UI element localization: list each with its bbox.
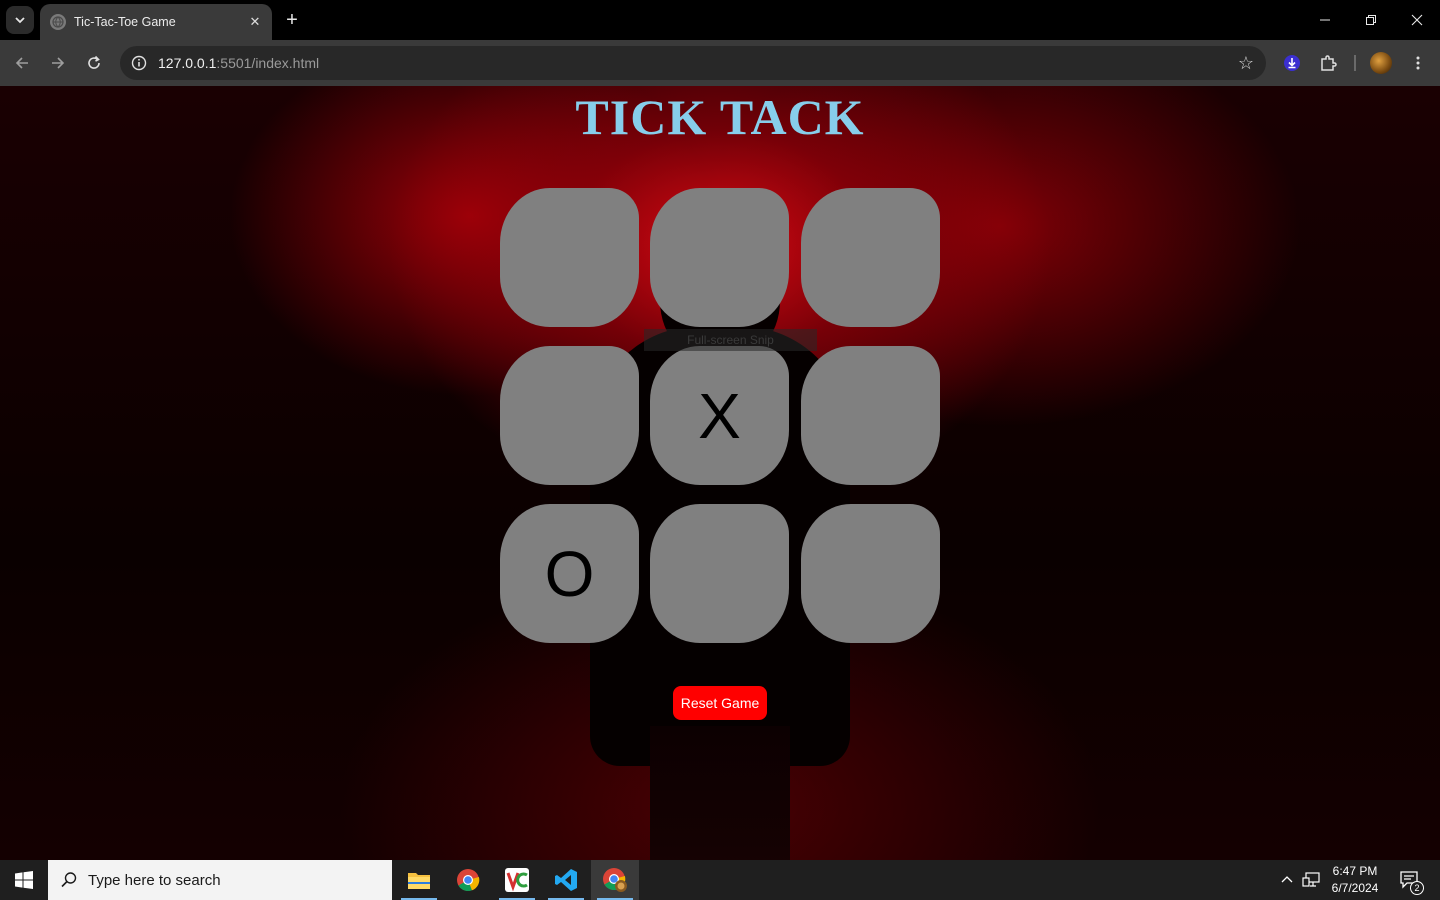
taskbar-file-explorer[interactable] [395,860,443,900]
minimize-icon [1320,19,1330,21]
back-button[interactable] [8,49,36,77]
browser-tab-bar: Tic-Tac-Toe Game ✕ + [0,0,1440,40]
profile-button[interactable] [1369,49,1393,77]
search-placeholder: Type here to search [88,871,221,889]
close-icon [1411,14,1423,26]
url-host: 127.0.0.1 [158,55,217,71]
board-cell-5[interactable]: X [650,346,789,485]
network-icon [1302,872,1320,887]
download-icon [1284,55,1300,71]
show-hidden-icons-button[interactable] [1276,860,1298,900]
chevron-down-icon [15,17,25,24]
search-icon [61,872,77,888]
board-cell-6[interactable] [801,346,940,485]
folder-icon [408,873,430,889]
taskbar-chrome-profile[interactable] [591,860,639,900]
page-viewport: TICK TACK X O Full-screen Snip Reset Gam… [0,86,1440,860]
reset-game-button[interactable]: Reset Game [673,686,767,720]
arrow-right-icon [52,57,65,69]
windows-taskbar: Type here to search 6:47 PM 6/7/2024 2 [0,860,1440,900]
reload-icon [88,55,100,69]
globe-icon [50,14,66,30]
taskbar-clock[interactable]: 6:47 PM 6/7/2024 [1322,863,1388,897]
game-title: TICK TACK [575,89,865,145]
board-cell-9[interactable] [801,504,940,643]
puzzle-icon [1321,55,1337,71]
start-button[interactable] [0,860,48,900]
download-button[interactable] [1280,49,1304,77]
close-window-button[interactable] [1394,0,1440,40]
more-vertical-icon [1416,56,1420,70]
toolbar-divider [1354,55,1356,71]
url-path: :5501/index.html [216,55,320,71]
active-tab[interactable]: Tic-Tac-Toe Game ✕ [40,4,272,40]
chrome-profile-icon [603,868,627,892]
reload-button[interactable] [80,49,108,77]
tab-title: Tic-Tac-Toe Game [74,15,176,29]
board-cell-4[interactable] [500,346,639,485]
notification-center-button[interactable]: 2 [1394,860,1426,900]
browser-menu-button[interactable] [1406,49,1430,77]
new-tab-button[interactable]: + [280,8,304,32]
chevron-up-icon [1281,876,1293,883]
vscode-icon [555,869,577,891]
board-cell-7[interactable]: O [500,504,639,643]
board-cell-2[interactable] [650,188,789,327]
windows-logo-icon [15,871,33,889]
board-cell-8[interactable] [650,504,789,643]
network-button[interactable] [1300,860,1322,900]
clock-time: 6:47 PM [1332,864,1378,878]
url-text[interactable]: 127.0.0.1:5501/index.html [158,55,319,71]
address-bar[interactable]: 127.0.0.1:5501/index.html ☆ [120,46,1266,80]
chrome-icon [457,869,480,892]
restore-icon [1366,15,1376,25]
browser-toolbar: 127.0.0.1:5501/index.html ☆ [0,40,1440,86]
taskbar-vc-app[interactable] [493,860,541,900]
snip-tooltip: Full-screen Snip [644,329,817,351]
site-info-icon[interactable] [122,55,156,71]
taskbar-search-box[interactable]: Type here to search [48,860,392,900]
arrow-left-icon [15,57,28,69]
taskbar-vscode[interactable] [542,860,590,900]
avatar [1370,52,1392,74]
forward-button[interactable] [44,49,72,77]
close-tab-icon[interactable]: ✕ [244,11,266,33]
game-board: X O [500,188,940,644]
board-cell-3[interactable] [801,188,940,327]
taskbar-chrome[interactable] [444,860,492,900]
background-figure-legs [650,726,790,860]
board-cell-1[interactable] [500,188,639,327]
bookmark-star-icon[interactable]: ☆ [1238,53,1254,74]
tab-search-button[interactable] [6,6,34,34]
extensions-button[interactable] [1316,49,1340,77]
minimize-button[interactable] [1302,0,1348,40]
clock-date: 6/7/2024 [1331,881,1379,895]
restore-button[interactable] [1348,0,1394,40]
notification-badge: 2 [1410,881,1424,895]
vc-app-icon [505,868,529,892]
